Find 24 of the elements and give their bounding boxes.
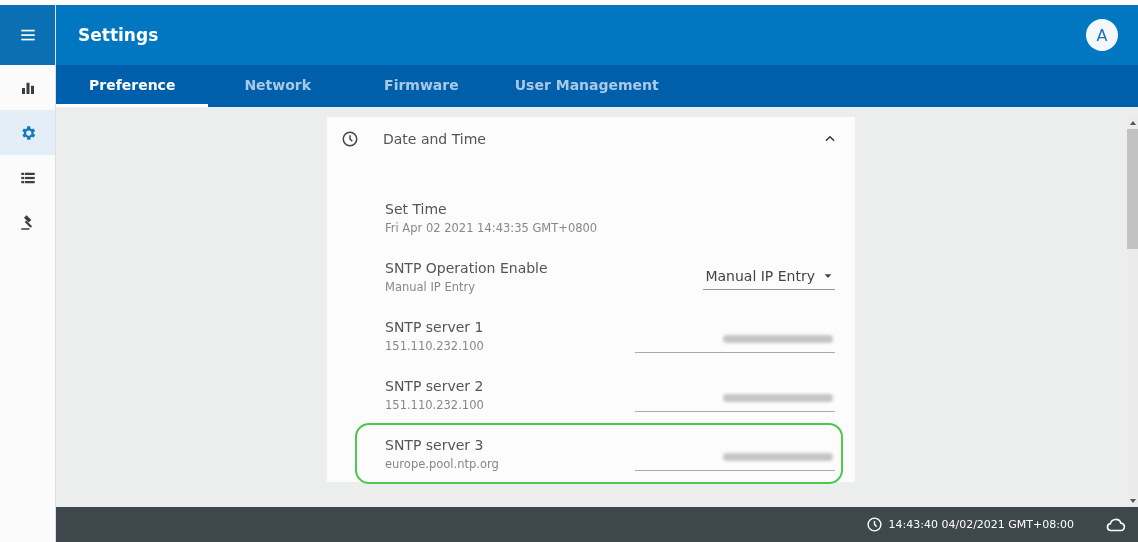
page-title: Settings <box>78 25 159 45</box>
avatar-button[interactable]: A <box>1086 19 1118 51</box>
clock-icon <box>865 516 883 533</box>
setting-label: SNTP server 2 <box>385 377 485 394</box>
setting-label: SNTP server 3 <box>385 436 485 453</box>
dropdown[interactable]: Manual IP Entry <box>703 263 835 290</box>
clock-icon <box>341 130 359 148</box>
scrollbar-thumb[interactable] <box>1127 129 1138 249</box>
setting-label: SNTP server 1 <box>385 318 485 335</box>
setting-value: 151.110.232.100 <box>385 338 485 353</box>
section-header[interactable]: Date and Time <box>327 117 855 161</box>
setting-label: Set Time <box>385 200 448 217</box>
tab[interactable]: Firmware <box>384 65 479 107</box>
setting-value: europe.pool.ntp.org <box>385 456 500 471</box>
setting-value: 151.110.232.100 <box>385 397 485 412</box>
tab[interactable]: Network <box>208 65 345 107</box>
setting-value: Manual IP Entry <box>385 279 477 294</box>
setting-value: Fri Apr 02 2021 14:43:35 GMT+0800 <box>385 220 599 235</box>
scroll-up-arrow[interactable] <box>1129 121 1136 125</box>
scroll-down-arrow[interactable] <box>1129 499 1136 503</box>
setting-label: SNTP Operation Enable <box>385 259 549 276</box>
tab[interactable]: User Management <box>478 65 692 107</box>
section-title: Date and Time <box>383 131 487 147</box>
status-clock: 14:43:40 04/02/2021 GMT+08:00 <box>888 518 1074 531</box>
